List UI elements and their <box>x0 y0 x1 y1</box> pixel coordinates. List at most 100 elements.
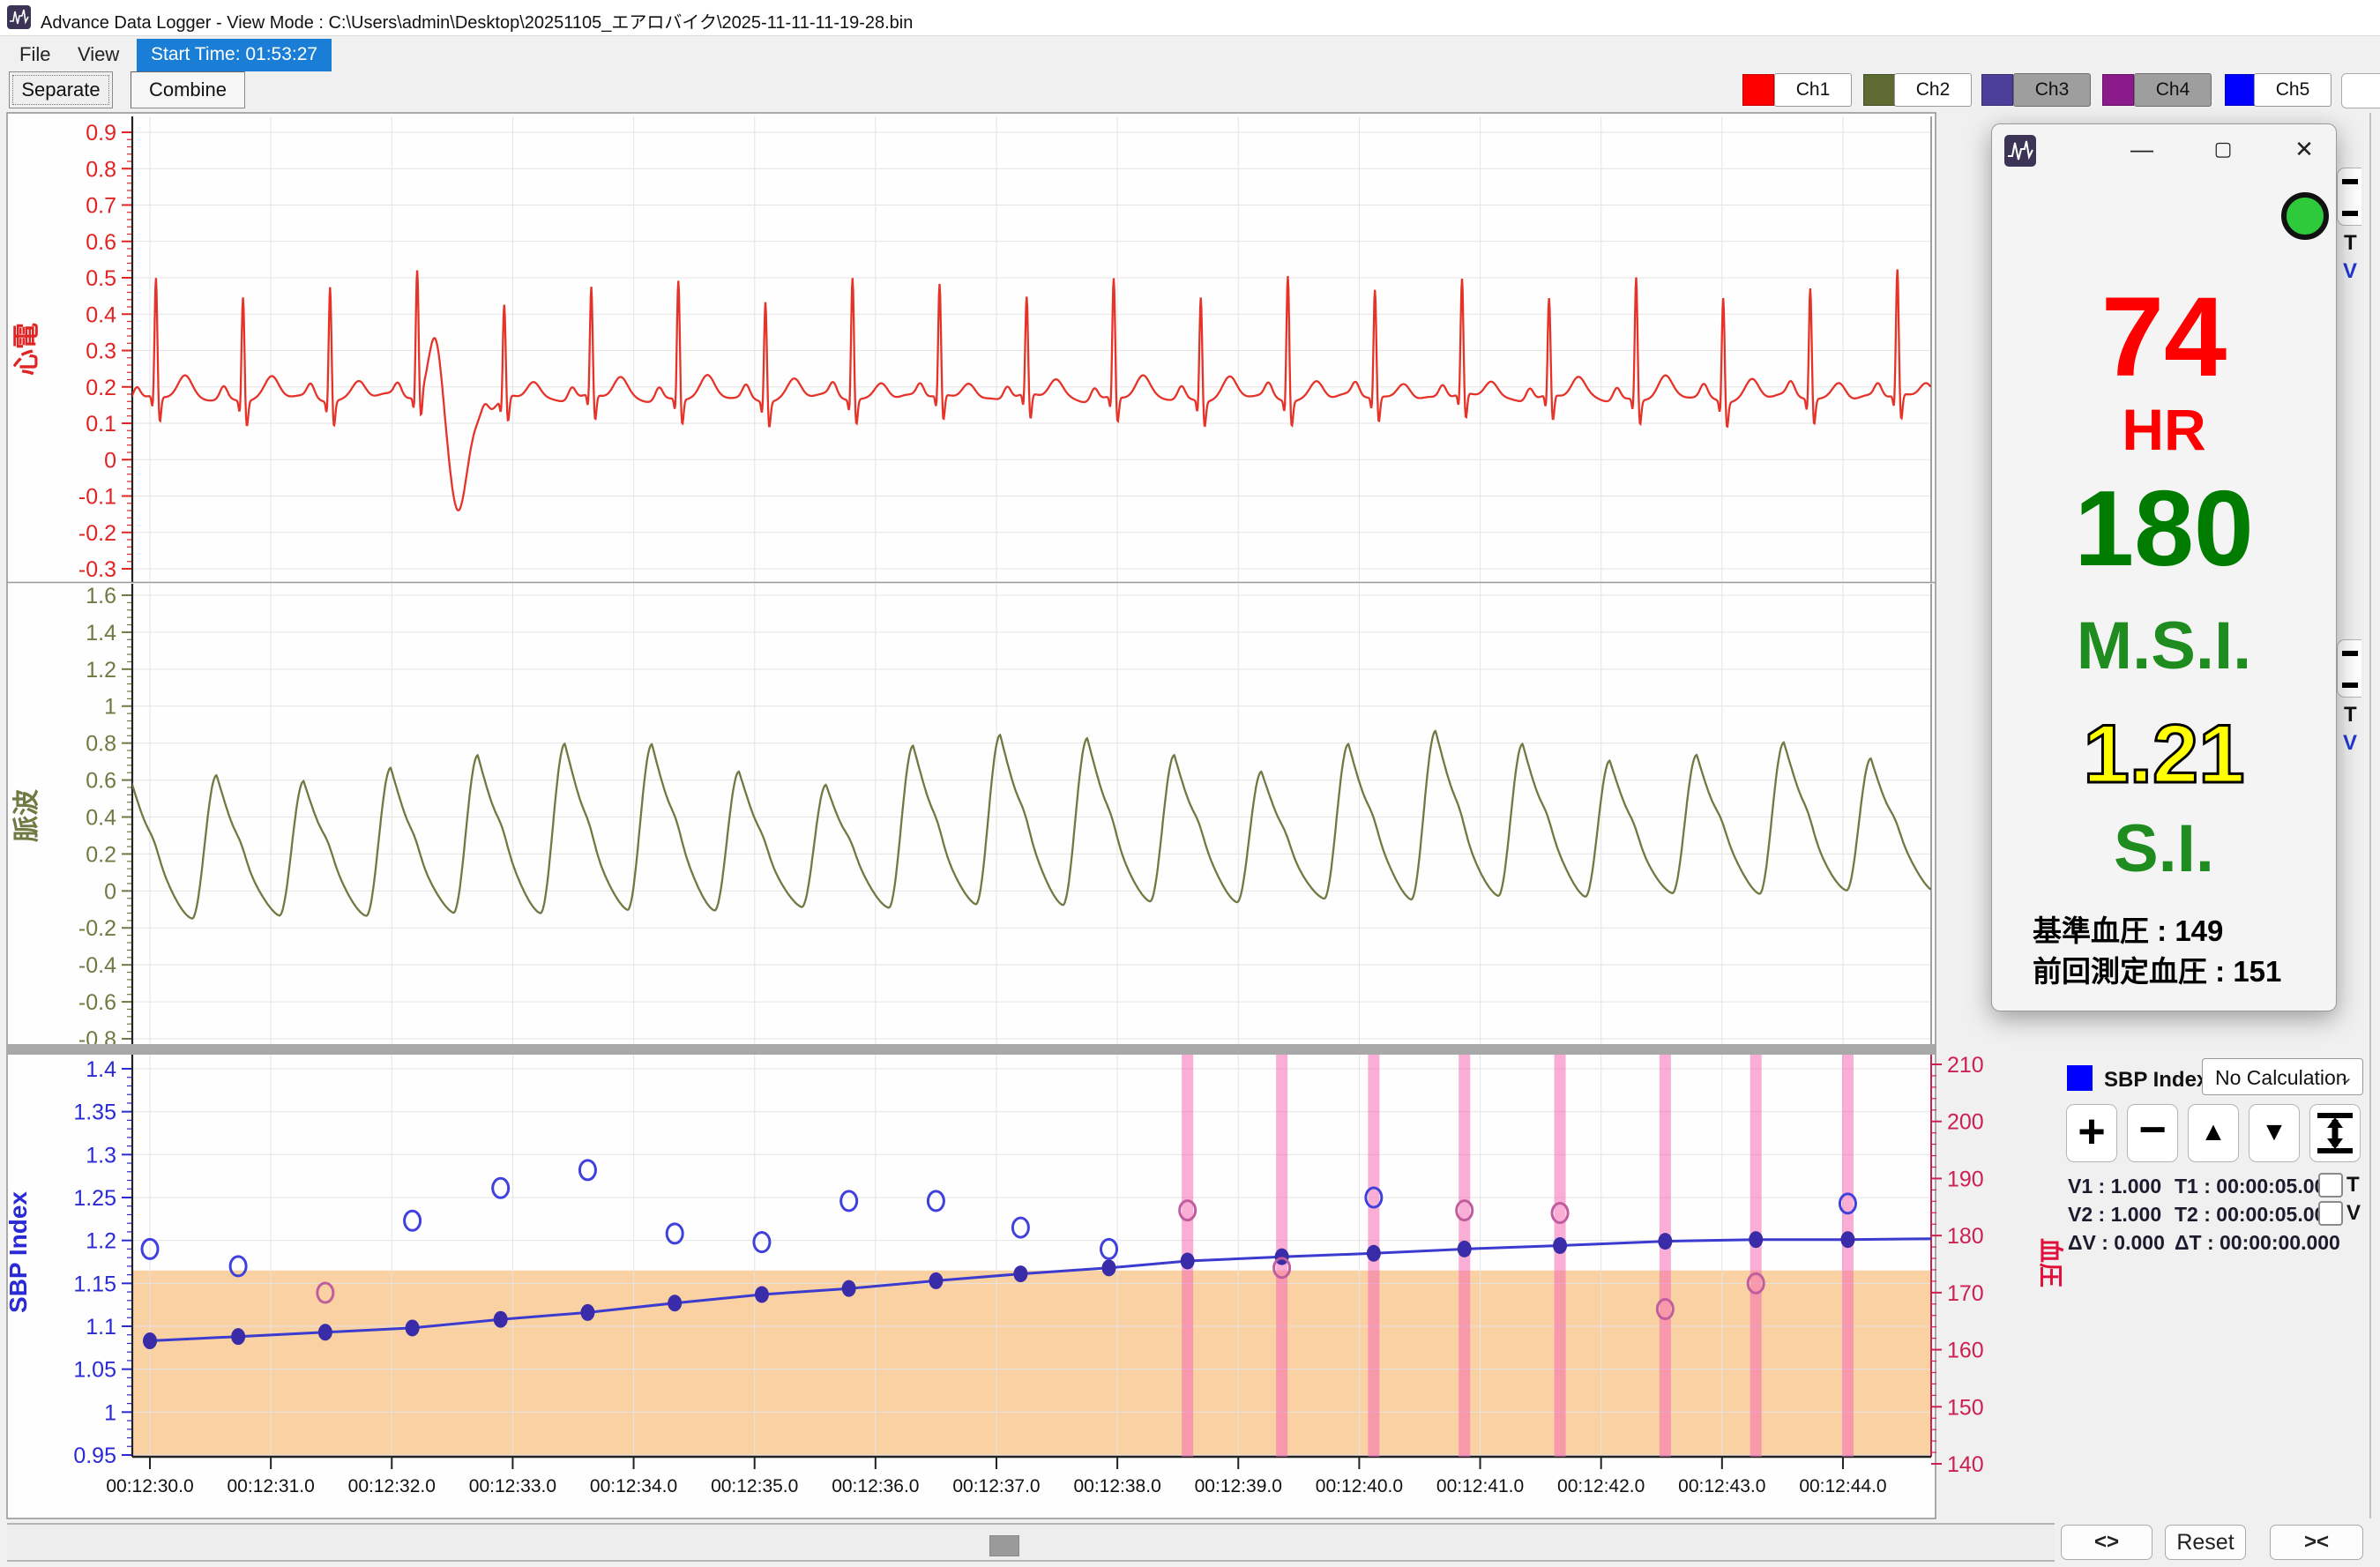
svg-text:1.6: 1.6 <box>86 584 116 608</box>
menu-item-view[interactable]: View <box>69 41 128 68</box>
measurement-overlay-window[interactable]: — ▢ ✕ 74 HR 180 M.S.I. 1.21 S.I. 基準血圧 : … <box>1991 123 2337 1011</box>
legend-swatch-ch4 <box>2102 74 2134 106</box>
sbp-trend-dot <box>755 1286 769 1302</box>
sbp-right-axis: 210200190180170160150140 <box>1931 1053 1984 1477</box>
minimize-button[interactable]: — <box>2123 131 2161 167</box>
reset-button[interactable]: Reset <box>2165 1525 2246 1560</box>
legend-button-ch3[interactable]: Ch3 <box>2013 73 2091 107</box>
measurement-bar <box>1842 1055 1854 1457</box>
svg-text:1.2: 1.2 <box>86 1229 116 1254</box>
t2-readout: T2 : 00:00:05.000 <box>2175 1203 2337 1227</box>
si-label: S.I. <box>1992 810 2336 887</box>
svg-text:1.3: 1.3 <box>86 1143 116 1168</box>
ch1-fit-button-sliver[interactable] <box>2337 168 2361 226</box>
svg-text:00:12:33.0: 00:12:33.0 <box>469 1476 556 1496</box>
svg-text:00:12:37.0: 00:12:37.0 <box>952 1476 1040 1496</box>
hr-label: HR <box>1992 396 2336 463</box>
msi-label: M.S.I. <box>1992 608 2336 684</box>
legend-button-ch1[interactable]: Ch1 <box>1774 73 1852 107</box>
measurement-bar <box>1555 1055 1566 1457</box>
svg-text:00:12:36.0: 00:12:36.0 <box>832 1476 919 1496</box>
svg-text:1.25: 1.25 <box>73 1186 116 1211</box>
start-time-chip[interactable]: Start Time: 01:53:27 <box>137 39 332 71</box>
svg-text:180: 180 <box>1947 1224 1984 1249</box>
svg-text:0.8: 0.8 <box>86 732 116 757</box>
shift-down-button[interactable]: ▼ <box>2249 1104 2300 1162</box>
zoom-out-button[interactable]: − <box>2127 1104 2178 1162</box>
sbp-trend-dot <box>1749 1231 1763 1248</box>
ch1-checkbox-v-label: V <box>2343 259 2357 284</box>
ch1-checkbox-t-label: T <box>2344 231 2357 256</box>
svg-text:0.6: 0.6 <box>86 230 116 255</box>
checkbox-t[interactable] <box>2318 1173 2343 1198</box>
sbp-trend-dot <box>1458 1241 1472 1257</box>
svg-text:00:12:40.0: 00:12:40.0 <box>1316 1476 1403 1496</box>
ch2-fit-button-sliver[interactable] <box>2337 639 2361 698</box>
menu-item-file[interactable]: File <box>11 41 59 68</box>
svg-text:160: 160 <box>1947 1339 1984 1363</box>
v1-readout: V1 : 1.000 <box>2068 1175 2161 1198</box>
combine-button[interactable]: Combine <box>131 71 245 108</box>
horizontal-scrollbar-handle[interactable] <box>989 1535 1019 1556</box>
previous-bp-readout: 前回測定血圧 : 151 <box>2033 948 2281 990</box>
sbp-trend-dot <box>580 1304 594 1321</box>
legend-button-ch2[interactable]: Ch2 <box>1894 73 1972 107</box>
legend-button-ch4[interactable]: Ch4 <box>2134 73 2212 107</box>
app-icon <box>7 5 31 29</box>
menu-bar <box>0 36 2380 71</box>
svg-text:-0.2: -0.2 <box>78 916 116 941</box>
svg-text:200: 200 <box>1947 1110 1984 1135</box>
svg-text:00:12:35.0: 00:12:35.0 <box>711 1476 798 1496</box>
maximize-button[interactable]: ▢ <box>2204 131 2242 167</box>
horizontal-scrollbar[interactable] <box>7 1523 2055 1562</box>
sbp-trend-dot <box>231 1328 245 1345</box>
sbp-trend-dot <box>929 1272 943 1289</box>
sbp-trend-dot <box>1658 1233 1672 1250</box>
sbp-trend-dot <box>143 1332 157 1349</box>
expand-range-button[interactable]: <> <box>2061 1525 2152 1560</box>
corner-partial-button[interactable] <box>2341 73 2380 108</box>
svg-text:血圧: 血圧 <box>2037 1238 2065 1287</box>
ch2-fit-icon-top-bar <box>2342 651 2358 656</box>
fit-vertical-button[interactable] <box>2309 1104 2361 1162</box>
separate-button[interactable]: Separate <box>9 71 113 108</box>
zoom-in-button[interactable]: + <box>2066 1104 2117 1162</box>
svg-text:1.4: 1.4 <box>86 621 116 645</box>
sbp-trend-dot <box>668 1295 682 1311</box>
svg-text:00:12:44.0: 00:12:44.0 <box>1799 1476 1886 1496</box>
svg-text:1.2: 1.2 <box>86 658 116 683</box>
svg-text:-0.1: -0.1 <box>78 485 116 510</box>
svg-text:00:12:42.0: 00:12:42.0 <box>1557 1476 1645 1496</box>
svg-text:0.2: 0.2 <box>86 842 116 867</box>
svg-text:0.5: 0.5 <box>86 266 116 291</box>
sbp-trend-dot <box>1013 1265 1027 1282</box>
svg-text:1.35: 1.35 <box>73 1101 116 1125</box>
v2-readout: V2 : 1.000 <box>2068 1203 2161 1227</box>
minus-icon: − <box>2128 1105 2177 1154</box>
svg-text:140: 140 <box>1947 1452 1984 1477</box>
svg-text:190: 190 <box>1947 1167 1984 1191</box>
svg-text:0.7: 0.7 <box>86 194 116 219</box>
ch2-checkbox-t-label: T <box>2344 703 2357 728</box>
legend-button-ch5[interactable]: Ch5 <box>2254 73 2332 107</box>
shift-up-button[interactable]: ▲ <box>2188 1104 2239 1162</box>
svg-text:0.4: 0.4 <box>86 805 116 830</box>
close-button[interactable]: ✕ <box>2285 131 2324 167</box>
recording-indicator-icon <box>2281 192 2329 240</box>
svg-text:00:12:31.0: 00:12:31.0 <box>228 1476 315 1496</box>
calculation-dropdown[interactable]: No Calculation ⌄ <box>2202 1058 2363 1095</box>
svg-text:0.4: 0.4 <box>86 302 116 327</box>
ch2-checkbox-v-label: V <box>2343 731 2357 756</box>
checkbox-v-label: V <box>2346 1201 2361 1226</box>
dv-readout: ΔV : 0.000 <box>2068 1231 2165 1255</box>
msi-value: 180 <box>1992 466 2336 590</box>
svg-text:脈波: 脈波 <box>12 788 41 842</box>
sbp-trend-dot <box>842 1280 856 1297</box>
calculation-dropdown-value: No Calculation <box>2215 1066 2347 1089</box>
svg-text:1.1: 1.1 <box>86 1315 116 1339</box>
t1-readout: T1 : 00:00:05.000 <box>2175 1175 2337 1198</box>
ch1-fit-icon-bottom-bar <box>2342 211 2358 216</box>
checkbox-v[interactable] <box>2318 1201 2343 1226</box>
checkbox-t-label: T <box>2346 1173 2360 1198</box>
shrink-range-button[interactable]: >< <box>2270 1525 2363 1560</box>
